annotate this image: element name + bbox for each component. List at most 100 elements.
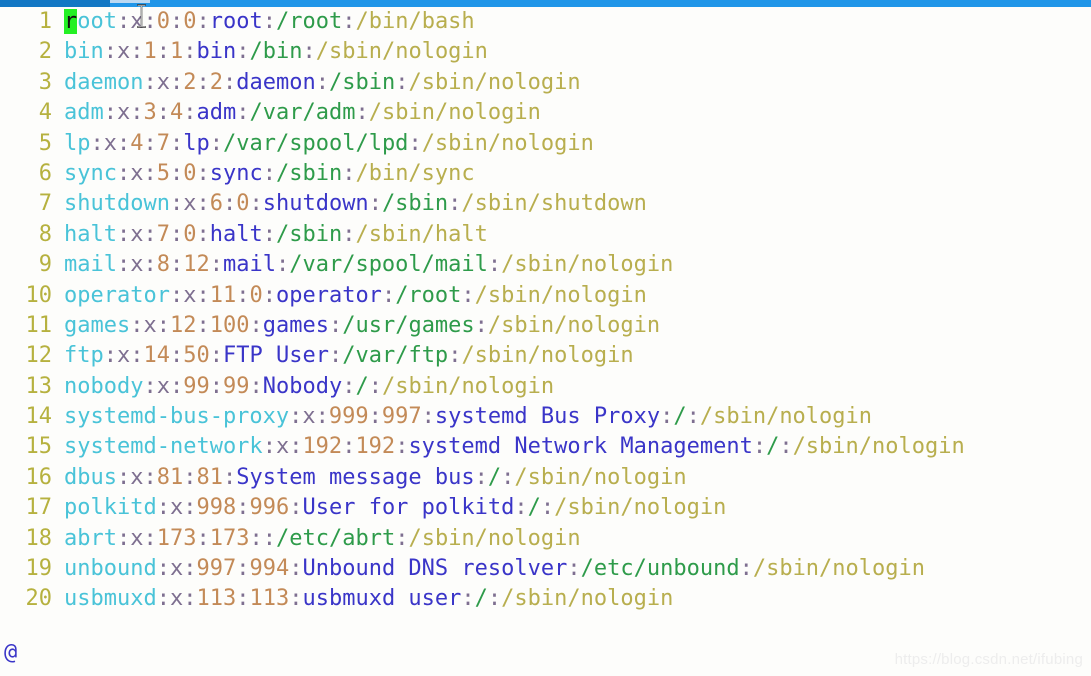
window-tab[interactable] [0,0,110,7]
gid-field: 0 [183,221,197,247]
editor-line[interactable]: 15 systemd-network:x:192:192:systemd Netw… [0,432,1091,462]
editor-line[interactable]: 10 operator:x:11:0:operator:/root:/sbin/n… [0,281,1091,311]
field-separator: : [328,343,343,369]
passwd-entry: polkitd:x:998:996:User for polkitd:/:/sb… [52,493,726,523]
passwd-entry: abrt:x:173:173::/etc/abrt:/sbin/nologin [52,524,581,554]
gid-field: 7 [156,130,170,156]
password-field: x [183,191,197,217]
line-number: 4 [38,100,52,126]
editor-line[interactable]: 4 adm:x:3:4:adm:/var/adm:/sbin/nologin [0,98,1091,128]
watermark-text: https://blog.csdn.net/ifubing [894,651,1083,668]
gecos-field: Unbound DNS resolver [302,556,568,582]
field-separator: : [540,495,555,521]
login-shell-field: /bin/sync [355,160,475,186]
login-shell-field: /sbin/nologin [408,525,581,551]
login-shell-field: /sbin/nologin [315,39,488,65]
gid-field: 996 [249,495,290,521]
home-directory-field: /etc/abrt [275,525,396,551]
field-separator: : [514,495,528,521]
field-separator: : [183,464,197,490]
field-separator: : [116,525,131,551]
editor-line[interactable]: 2 bin:x:1:1:bin:/bin:/sbin/nologin [0,37,1091,67]
editor-line[interactable]: 11 games:x:12:100:games:/usr/games:/sbin/… [0,311,1091,341]
field-separator: : [143,464,157,490]
field-separator: : [262,221,276,247]
passwd-entry: bin:x:1:1:bin:/bin:/sbin/nologin [52,37,488,67]
editor-line[interactable]: 17 polkitd:x:998:996:User for polkitd:/:/… [0,493,1091,523]
field-separator: : [779,434,793,460]
editor-line[interactable]: 6 sync:x:5:0:sync:/sbin:/bin/sync [0,159,1091,189]
field-separator: : [143,525,157,551]
text-editor-buffer[interactable]: 1 root:x:0:0:root:/root:/bin/bash 2 bin:x:1… [0,7,1091,676]
gecos-field: adm [196,100,237,126]
field-separator: : [395,434,409,460]
field-separator: : [752,434,767,460]
editor-line[interactable]: 14 systemd-bus-proxy:x:999:997:systemd Bu… [0,402,1091,432]
gecos-field: systemd Network Management [408,434,753,460]
editor-line[interactable]: 5 lp:x:4:7:lp:/var/spool/lpd:/sbin/nologi… [0,129,1091,159]
field-separator: : [156,495,170,521]
editor-line[interactable]: 7 shutdown:x:6:0:shutdown:/sbin:/sbin/shu… [0,189,1091,219]
uid-field: 5 [156,160,170,186]
editor-line[interactable]: 18 abrt:x:173:173::/etc/abrt:/sbin/nologi… [0,524,1091,554]
editor-line[interactable]: 9 mail:x:8:12:mail:/var/spool/mail:/sbin/… [0,250,1091,280]
login-shell-field: /sbin/nologin [368,100,541,126]
field-separator: : [143,373,157,399]
gecos-field: sync [209,160,263,186]
editor-line[interactable]: 3 daemon:x:2:2:daemon:/sbin:/sbin/nologin [0,68,1091,98]
username-field: polkitd [64,495,157,521]
home-directory-field: / [487,464,502,490]
field-separator: : [196,69,210,95]
field-separator: : [103,343,117,369]
passwd-entry: lp:x:4:7:lp:/var/spool/lpd:/sbin/nologin [52,129,594,159]
field-separator: : [368,373,382,399]
field-separator: : [183,39,197,65]
field-separator: : [739,556,753,582]
home-directory-field: /sbin [328,69,396,95]
field-separator: : [660,404,674,430]
field-separator: : [169,191,184,217]
field-separator: : [103,39,117,65]
gecos-field: operator [275,282,382,308]
gid-field: 0 [249,282,263,308]
field-separator: : [368,404,382,430]
line-number: 10 [25,282,53,308]
passwd-entry: unbound:x:997:994:Unbound DNS resolver:/… [52,554,925,584]
field-separator: : [183,100,197,126]
field-separator: : [156,100,170,126]
field-separator: : [262,9,276,34]
editor-line[interactable]: 8 halt:x:7:0:halt:/sbin:/sbin/halt [0,220,1091,250]
field-separator: : [169,282,184,308]
editor-line[interactable]: 20 usbmuxd:x:113:113:usbmuxd user:/:/sbin… [0,584,1091,614]
gecos-field: games [262,312,329,338]
block-cursor: r [64,9,78,34]
gid-field: 0 [183,9,197,34]
field-separator: : [117,130,131,156]
login-shell-field: /sbin/shutdown [461,191,647,217]
username-field: games [64,312,131,338]
field-separator: : [289,404,303,430]
editor-line[interactable]: 19 unbound:x:997:994:Unbound DNS resolver… [0,554,1091,584]
field-separator: : [421,404,435,430]
field-separator: : [395,69,409,95]
field-separator: : [143,160,157,186]
field-separator: : [196,160,210,186]
login-shell-field: /sbin/nologin [408,69,581,95]
editor-line[interactable]: 12 ftp:x:14:50:FTP User:/var/ftp:/sbin/no… [0,341,1091,371]
line-number: 14 [25,404,53,430]
home-directory-field: /sbin [275,160,343,186]
editor-line[interactable]: 16 dbus:x:81:81:System message bus:/:/sbi… [0,463,1091,493]
field-separator: : [236,282,250,308]
editor-line[interactable]: 1 root:x:0:0:root:/root:/bin/bash [0,7,1091,37]
password-field: x [130,160,144,186]
gecos-field: systemd Bus Proxy [434,404,661,430]
username-field: abrt [64,525,117,551]
editor-line[interactable]: 13 nobody:x:99:99:Nobody:/:/sbin/nologin [0,372,1091,402]
field-separator: : [501,464,515,490]
field-separator: : [275,252,290,278]
field-separator: : [196,9,210,34]
login-shell-field: /sbin/nologin [487,312,661,338]
gecos-field: shutdown [262,191,369,217]
gid-field: 0 [236,191,250,217]
username-field: daemon [64,69,144,95]
